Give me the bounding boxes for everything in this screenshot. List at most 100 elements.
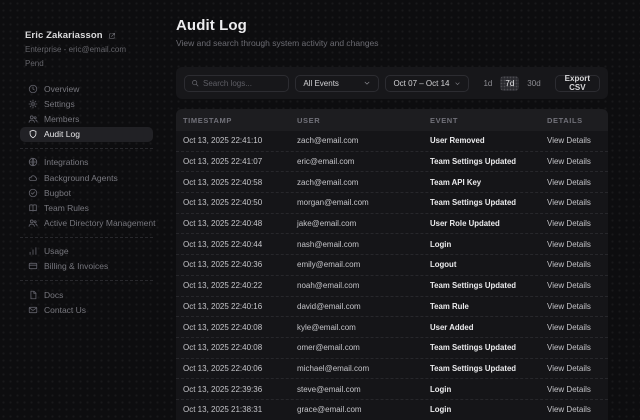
sidebar-item-label: Bugbot: [44, 187, 71, 198]
row-event: Team Settings Updated: [430, 157, 517, 167]
row-event: Team API Key: [430, 177, 482, 187]
sidebar-item-label: Billing & Invoices: [44, 261, 109, 272]
row-event: Team Settings Updated: [430, 363, 517, 373]
sidebar-item-billing-invoices[interactable]: Billing & Invoices: [20, 259, 153, 274]
view-details-link[interactable]: View Details: [547, 343, 608, 352]
sidebar-nav: Overview Settings Members Audit Log Integrat…: [20, 81, 156, 317]
clock-icon: [28, 84, 38, 94]
file-icon: [28, 290, 38, 300]
row-timestamp: Oct 13, 2025 22:41:10: [183, 136, 263, 146]
row-user: eric@email.com: [297, 157, 355, 167]
sidebar-item-label: Contact Us: [44, 304, 87, 315]
view-details-link[interactable]: View Details: [547, 364, 608, 373]
sidebar-item-background-agents[interactable]: Background Agents: [20, 170, 153, 185]
table-row: Oct 13, 2025 22:41:10 zach@email.com User …: [176, 131, 608, 152]
view-details-link[interactable]: View Details: [547, 198, 608, 207]
sidebar-item-overview[interactable]: Overview: [20, 81, 153, 96]
sidebar-item-active-directory-management[interactable]: Active Directory Management: [20, 216, 156, 231]
sidebar-item-label: Team Rules: [44, 202, 89, 213]
row-timestamp: Oct 13, 2025 22:40:16: [183, 301, 263, 311]
row-user: nash@email.com: [297, 239, 359, 249]
view-details-link[interactable]: View Details: [547, 323, 608, 332]
sidebar-item-label: Overview: [44, 83, 80, 94]
view-details-link[interactable]: View Details: [547, 281, 608, 290]
table-row: Oct 13, 2025 21:38:31 grace@email.com Logi…: [176, 400, 608, 420]
row-user: omer@email.com: [297, 343, 360, 353]
column-header-timestamp: Timestamp: [183, 115, 233, 125]
sidebar-item-label: Audit Log: [44, 129, 80, 140]
sidebar-item-usage[interactable]: Usage: [20, 244, 153, 259]
column-header-user: User: [297, 115, 321, 125]
sidebar-item-team-rules[interactable]: Team Rules: [20, 200, 153, 215]
row-timestamp: Oct 13, 2025 22:40:36: [183, 260, 263, 270]
view-details-link[interactable]: View Details: [547, 178, 608, 187]
sidebar-item-members[interactable]: Members: [20, 111, 153, 126]
event-filter-value: All Events: [303, 78, 339, 88]
row-timestamp: Oct 13, 2025 22:40:44: [183, 239, 263, 249]
row-user: kyle@email.com: [297, 322, 356, 332]
sidebar-item-contact-us[interactable]: Contact Us: [20, 302, 153, 317]
table-row: Oct 13, 2025 22:40:58 zach@email.com Team …: [176, 172, 608, 194]
sidebar-group-divider: [20, 236, 153, 238]
sidebar-group-divider: [20, 147, 153, 149]
date-range-picker[interactable]: Oct 07 – Oct 14: [385, 74, 470, 92]
search-input[interactable]: [203, 78, 283, 88]
row-event: User Removed: [430, 136, 485, 146]
range-segmented-control: 1d 7d 30d: [478, 75, 545, 91]
search-input-wrapper: [184, 74, 290, 92]
view-details-link[interactable]: View Details: [547, 302, 608, 311]
sidebar-item-docs[interactable]: Docs: [20, 287, 153, 302]
sidebar-item-label: Usage: [44, 246, 69, 257]
table-row: Oct 13, 2025 22:40:48 jake@email.com User …: [176, 214, 608, 235]
view-details-link[interactable]: View Details: [547, 240, 608, 249]
external-link-icon[interactable]: [108, 32, 116, 40]
table-row: Oct 13, 2025 22:40:08 kyle@email.com User …: [176, 317, 608, 338]
view-details-link[interactable]: View Details: [547, 157, 608, 166]
cloud-icon: [28, 173, 38, 183]
gear-icon: [28, 99, 38, 109]
audit-toolbar: All Events Oct 07 – Oct 14 1d7d30d Expor…: [176, 67, 608, 99]
app-root: { "colors": { "page_bg": "#0d0d0f", "car…: [0, 0, 640, 420]
toolbar-right-group: Oct 07 – Oct 14 1d 7d 30d Export CSV: [385, 74, 600, 92]
sidebar-item-audit-log[interactable]: Audit Log: [20, 126, 153, 142]
table-row: Oct 13, 2025 22:40:06 michael@email.com Te…: [176, 359, 608, 380]
row-timestamp: Oct 13, 2025 22:39:36: [183, 384, 263, 394]
view-details-link[interactable]: View Details: [547, 219, 608, 228]
row-user: morgan@email.com: [297, 198, 369, 208]
view-details-link[interactable]: View Details: [547, 136, 608, 145]
export-csv-button[interactable]: Export CSV: [554, 74, 600, 92]
view-details-link[interactable]: View Details: [547, 385, 608, 394]
date-range-value: Oct 07 – Oct 14: [393, 78, 450, 88]
view-details-link[interactable]: View Details: [547, 405, 608, 414]
sidebar-item-label: Background Agents: [44, 172, 118, 183]
page-subtitle: View and search through system activity …: [176, 38, 379, 48]
chevron-down-icon: [363, 79, 371, 87]
row-user: grace@email.com: [297, 405, 362, 415]
row-timestamp: Oct 13, 2025 22:40:08: [183, 343, 263, 353]
users-icon: [28, 218, 38, 228]
range-button-7d[interactable]: 7d: [500, 75, 520, 91]
event-filter-select[interactable]: All Events: [295, 74, 380, 92]
table-row: Oct 13, 2025 22:40:16 david@email.com Team…: [176, 297, 608, 318]
view-details-link[interactable]: View Details: [547, 260, 608, 269]
row-event: Login: [430, 405, 452, 415]
table-row: Oct 13, 2025 22:40:22 noah@email.com Team …: [176, 276, 608, 297]
sidebar-item-integrations[interactable]: Integrations: [20, 155, 153, 170]
sidebar-item-label: Members: [44, 113, 80, 124]
page-title: Audit Log: [176, 17, 247, 34]
sidebar-item-settings[interactable]: Settings: [20, 96, 153, 111]
sidebar-item-label: Integrations: [44, 157, 89, 168]
column-header-event: Event: [430, 115, 459, 125]
table-row: Oct 13, 2025 22:41:07 eric@email.com Team …: [176, 152, 608, 173]
bar-chart-icon: [28, 246, 38, 256]
row-event: Team Settings Updated: [430, 281, 517, 291]
profile-plan: Pend: [25, 59, 44, 68]
profile-name: Eric Zakariasson: [25, 30, 103, 41]
table-row: Oct 13, 2025 22:39:36 steve@email.com Logi…: [176, 379, 608, 400]
profile-block: Eric Zakariasson Enterprise - eric@email…: [25, 30, 176, 69]
range-button-1d[interactable]: 1d: [478, 76, 497, 91]
sidebar-item-bugbot[interactable]: Bugbot: [20, 185, 153, 200]
table-row: Oct 13, 2025 22:40:50 morgan@email.com Tea…: [176, 193, 608, 214]
range-button-30d[interactable]: 30d: [522, 76, 545, 91]
row-user: zach@email.com: [297, 177, 359, 187]
